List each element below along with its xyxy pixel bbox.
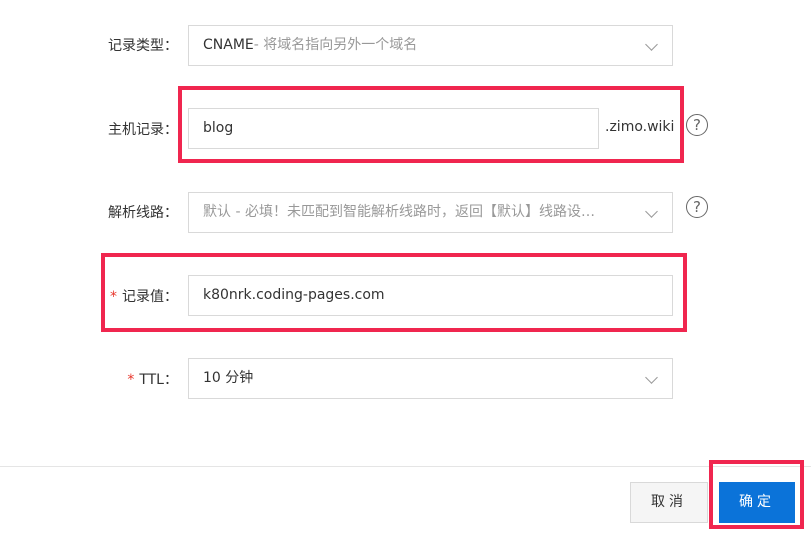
help-icon[interactable]: ? bbox=[686, 196, 708, 218]
highlight-box-record-value bbox=[101, 253, 687, 332]
record-type-label: 记录类型： bbox=[108, 38, 178, 54]
host-record-label: 主机记录： bbox=[108, 122, 178, 138]
resolution-line-value: 默认 - 必填！未匹配到智能解析线路时，返回【默认】线路设… bbox=[203, 204, 595, 220]
ttl-label: * TTL： bbox=[127, 369, 178, 389]
help-icon[interactable]: ? bbox=[686, 114, 708, 136]
record-type-value: CNAME bbox=[203, 37, 254, 53]
required-mark: * bbox=[127, 372, 135, 388]
ttl-select[interactable]: 10 分钟 bbox=[188, 358, 673, 399]
highlight-box-confirm bbox=[709, 460, 804, 529]
record-type-hint: - 将域名指向另外一个域名 bbox=[253, 37, 418, 53]
cancel-button[interactable]: 取消 bbox=[630, 482, 708, 523]
highlight-box-host bbox=[178, 86, 684, 163]
chevron-down-icon bbox=[645, 371, 658, 384]
resolution-line-select[interactable]: 默认 - 必填！未匹配到智能解析线路时，返回【默认】线路设… bbox=[188, 192, 673, 233]
chevron-down-icon bbox=[645, 38, 658, 51]
footer-divider bbox=[0, 466, 811, 467]
record-type-select[interactable]: CNAME- 将域名指向另外一个域名 bbox=[188, 25, 673, 66]
ttl-label-text: TTL： bbox=[139, 372, 178, 388]
resolution-line-label: 解析线路： bbox=[108, 205, 178, 221]
ttl-value: 10 分钟 bbox=[203, 370, 254, 386]
chevron-down-icon bbox=[645, 205, 658, 218]
